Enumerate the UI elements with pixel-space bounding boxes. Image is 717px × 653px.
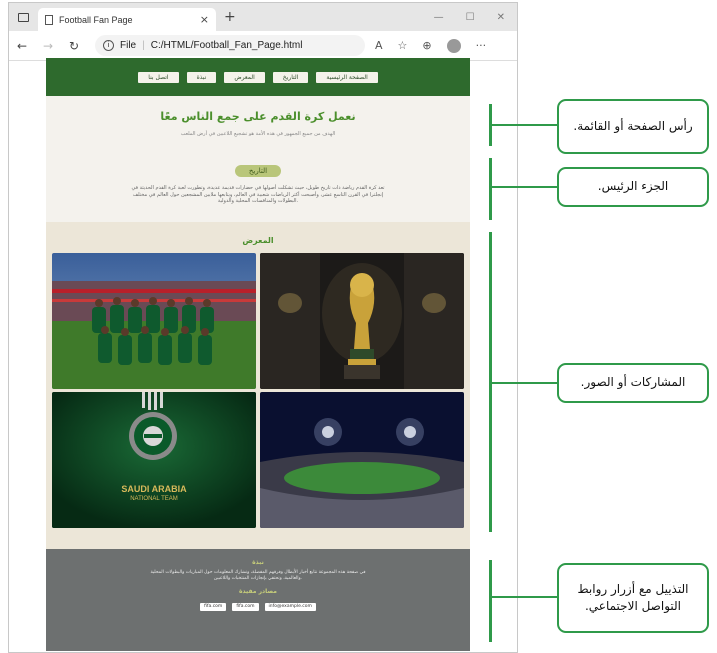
footer-link[interactable]: info@example.com [264,603,316,611]
nav-about-button[interactable]: نبذة [186,71,217,83]
info-icon[interactable]: i [103,40,114,51]
tab-title: Football Fan Page [59,14,133,25]
footer-callout: التذييل مع أزرار روابط التواصل الاجتماعي… [557,563,709,633]
back-button[interactable]: ← [9,39,35,53]
tab-actions-icon[interactable] [18,12,29,22]
nav-home-button[interactable]: الصفحة الرئيسية [316,71,378,83]
profile-avatar[interactable] [446,38,461,53]
nav-gallery-button[interactable]: المعرض [224,71,265,83]
team-photo-image[interactable] [52,253,256,389]
collections-icon[interactable]: ⊕ [422,39,431,52]
settings-menu-icon[interactable]: ··· [476,39,487,52]
page-icon [45,14,53,25]
url-scheme-label: File [120,40,137,51]
favorite-icon[interactable]: ☆ [398,39,408,52]
new-tab-button[interactable]: + [224,9,236,25]
reload-button[interactable]: ↻ [61,39,87,53]
header-connector [492,124,560,126]
footer-link[interactable]: fifa.com [200,603,227,611]
main-section: التاريخ تعد كرة القدم رياضة ذات تاريخ طو… [46,158,470,222]
minimize-button[interactable]: — [434,12,444,23]
page-header: نعمل كرة القدم على جمع الناس معًا الهدف … [46,96,470,158]
main-bracket [489,158,492,220]
gallery-section: المعرض SAUDI ARABIA NATIONAL TEAM [46,222,470,552]
page-footer: نبذة في صفحة هذه المجموعة نتابع أخبار ال… [46,549,470,651]
address-bar: ← → ↻ i File | C:/HTML/Football_Fan_Page… [9,31,517,61]
tab-football-fan-page[interactable]: Football Fan Page × [38,8,216,31]
page-title: نعمل كرة القدم على جمع الناس معًا [160,110,356,123]
url-field[interactable]: i File | C:/HTML/Football_Fan_Page.html [95,35,365,56]
saudi-national-team-image[interactable]: SAUDI ARABIA NATIONAL TEAM [52,392,256,528]
badge-subtitle: NATIONAL TEAM [130,496,178,502]
history-button[interactable]: التاريخ [235,165,281,177]
footer-title: نبذة [252,559,264,566]
gallery-connector [492,382,560,384]
maximize-button[interactable]: ☐ [466,12,475,23]
main-callout: الجزء الرئيس. [557,167,709,207]
stadium-night-image[interactable] [260,392,464,528]
url-separator: | [142,40,145,51]
badge-title: SAUDI ARABIA [121,484,187,494]
history-text: تعد كرة القدم رياضة ذات تاريخ طويل، حيث … [131,185,385,204]
footer-link[interactable]: fifa.com [232,603,259,611]
footer-bracket [489,560,492,642]
web-page: الصفحة الرئيسية التاريخ المعرض نبذة اتصل… [46,58,470,651]
gallery-grid: SAUDI ARABIA NATIONAL TEAM [52,253,464,528]
top-navigation: الصفحة الرئيسية التاريخ المعرض نبذة اتصل… [46,58,470,96]
gallery-title: المعرض [242,236,274,245]
tab-bar: Football Fan Page × + — ☐ ✕ [9,3,517,31]
forward-button[interactable]: → [35,39,61,53]
nav-contact-button[interactable]: اتصل بنا [138,71,179,83]
nav-history-button[interactable]: التاريخ [272,71,309,83]
main-connector [492,186,560,188]
tab-close-icon[interactable]: × [200,13,209,26]
page-subtitle: الهدف من جميع الجمهور في هذه الأمة هو تش… [180,131,336,137]
footer-connector [492,596,560,598]
header-callout: رأس الصفحة أو القائمة. [557,99,709,154]
url-path: C:/HTML/Football_Fan_Page.html [150,40,303,51]
world-cup-trophy-image[interactable] [260,253,464,389]
read-aloud-icon[interactable]: A [375,39,383,52]
close-window-button[interactable]: ✕ [497,12,505,23]
footer-text: في صفحة هذه المجموعة نتابع أخبار الأبطال… [150,570,366,581]
gallery-callout: المشاركات أو الصور. [557,363,709,403]
footer-links: fifa.com fifa.com info@example.com [46,603,470,611]
footer-links-title: مصادر مفيدة [239,588,277,595]
